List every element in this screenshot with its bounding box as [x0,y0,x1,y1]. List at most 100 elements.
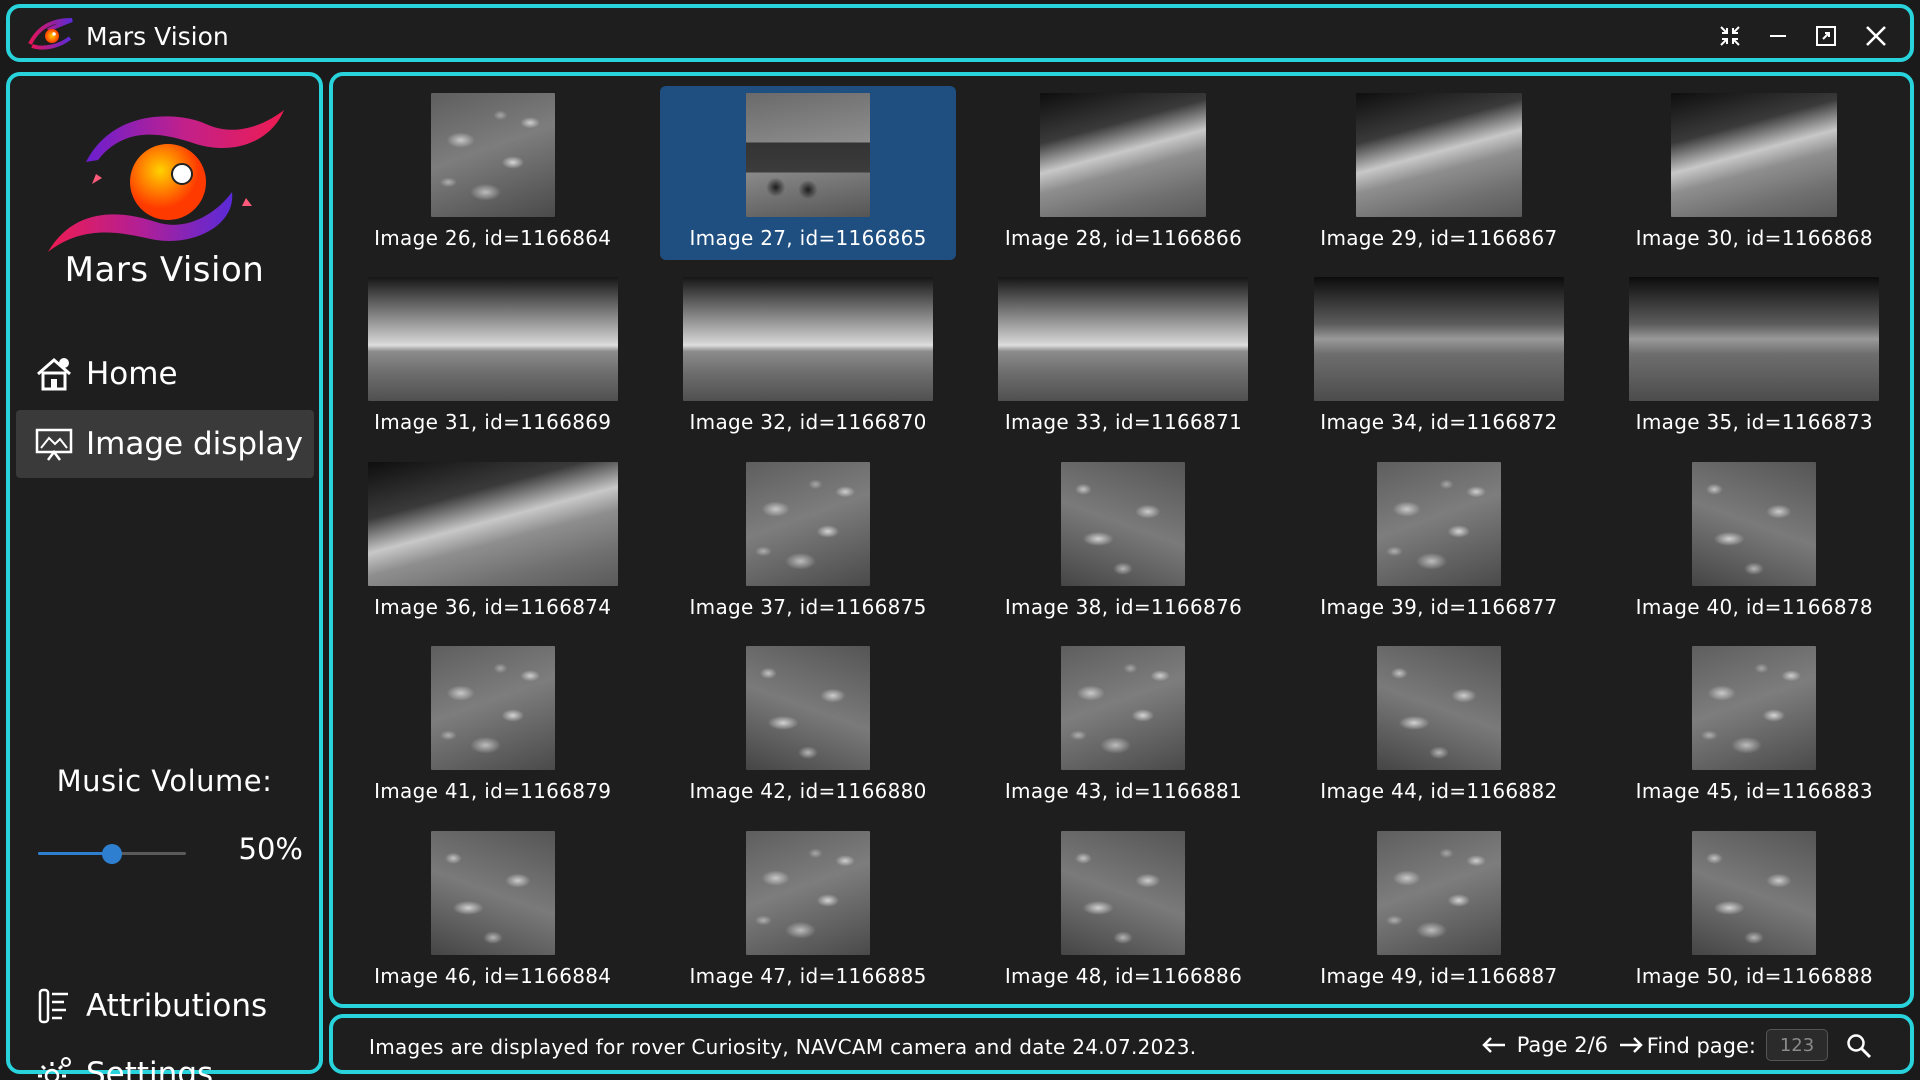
sidebar-item-label: Settings [86,1056,214,1080]
mars-image-thumbnail[interactable] [430,93,555,217]
sidebar-item-home[interactable]: Home [16,340,314,408]
image-caption: Image 29, id=1166867 [1320,226,1558,250]
gallery-item[interactable]: Image 39, id=1166877 [1291,455,1586,629]
mars-image-thumbnail[interactable] [1061,830,1186,955]
mars-image-thumbnail[interactable] [746,646,871,771]
thumbnail-frame [1671,92,1838,218]
mars-image-thumbnail[interactable] [1692,830,1817,955]
image-caption: Image 50, id=1166888 [1635,963,1873,988]
gallery-item[interactable]: Image 30, id=1166868 [1607,86,1902,260]
slider-thumb[interactable] [102,844,122,864]
gallery-item[interactable]: Image 49, id=1166887 [1291,824,1586,998]
gallery-item[interactable]: Image 46, id=1166884 [345,824,640,998]
attributions-icon [34,986,74,1026]
gallery-item[interactable]: Image 36, id=1166874 [345,455,640,629]
slider-fill [38,852,112,855]
mars-image-thumbnail[interactable] [367,277,618,402]
sidebar: Mars Vision Home Image display Music Vol… [6,72,323,1080]
image-caption: Image 38, id=1166876 [1004,594,1243,619]
thumbnail-frame [998,276,1249,402]
sidebar-item-label: Image display [86,426,304,462]
sidebar-item-image-display[interactable]: Image display [16,410,314,478]
thumbnail-frame [430,92,555,218]
thumbnail-frame [746,830,871,956]
gallery-item[interactable]: Image 34, id=1166872 [1291,270,1586,444]
thumbnail-frame [1376,461,1501,587]
thumbnail-frame [1061,830,1186,956]
mars-image-thumbnail[interactable] [430,646,555,771]
gallery-item[interactable]: Image 48, id=1166886 [976,824,1271,998]
gallery-item[interactable]: Image 43, id=1166881 [976,639,1271,813]
music-volume-slider[interactable] [38,844,186,864]
restore-icon[interactable] [1806,16,1846,56]
mars-image-thumbnail[interactable] [430,830,555,955]
minimize-icon[interactable] [1758,16,1798,56]
find-page-input[interactable] [1766,1029,1828,1061]
sidebar-item-settings[interactable]: Settings [16,1040,314,1080]
thumbnail-frame [1061,645,1186,771]
mars-image-thumbnail[interactable] [1376,646,1501,771]
mars-image-thumbnail[interactable] [1040,93,1207,217]
gallery-item[interactable]: Image 47, id=1166885 [660,824,955,998]
search-icon[interactable] [1844,1031,1874,1061]
mars-image-thumbnail[interactable] [683,277,934,402]
mars-image-thumbnail[interactable] [1692,646,1817,771]
mars-image-thumbnail[interactable] [1061,646,1186,771]
status-info-text: Images are displayed for rover Curiosity… [369,1035,1197,1059]
music-volume-value: 50% [238,832,303,866]
gallery-item[interactable]: Image 50, id=1166888 [1607,824,1902,998]
gallery-item[interactable]: Image 35, id=1166873 [1607,270,1902,444]
thumbnail-frame [683,276,934,402]
mars-image-thumbnail[interactable] [746,93,871,217]
image-caption: Image 31, id=1166869 [374,410,612,435]
brand-name: Mars Vision [64,250,265,290]
mars-image-thumbnail[interactable] [1671,93,1838,217]
status-bar: Images are displayed for rover Curiosity… [329,1014,1914,1074]
image-caption: Image 36, id=1166874 [374,594,612,619]
gallery-item[interactable]: Image 38, id=1166876 [976,455,1271,629]
previous-page-arrow-icon[interactable] [1481,1032,1507,1058]
thumbnail-frame [367,461,618,587]
gallery-item[interactable]: Image 33, id=1166871 [976,270,1271,444]
gallery-item[interactable]: Image 44, id=1166882 [1291,639,1586,813]
image-caption: Image 33, id=1166871 [1004,410,1243,435]
image-caption: Image 39, id=1166877 [1320,594,1558,619]
mars-image-thumbnail[interactable] [746,461,871,586]
gallery-item[interactable]: Image 42, id=1166880 [660,639,955,813]
gallery-item[interactable]: Image 27, id=1166865 [660,86,956,261]
mars-image-thumbnail[interactable] [1376,830,1501,955]
mars-image-thumbnail[interactable] [1355,93,1522,217]
collapse-arrows-icon[interactable] [1710,16,1750,56]
gallery-item[interactable]: Image 26, id=1166864 [345,86,640,260]
next-page-arrow-icon[interactable] [1618,1032,1644,1058]
gallery-item[interactable]: Image 31, id=1166869 [345,270,640,444]
gallery-item[interactable]: Image 29, id=1166867 [1291,86,1586,260]
thumbnail-frame [1313,276,1564,402]
gallery-item[interactable]: Image 32, id=1166870 [660,270,955,444]
title-bar: Mars Vision [6,4,1914,62]
mars-image-thumbnail[interactable] [1629,277,1880,402]
image-caption: Image 42, id=1166880 [689,779,927,804]
mars-image-thumbnail[interactable] [746,830,871,955]
sidebar-item-label: Home [86,356,178,392]
mars-image-thumbnail[interactable] [1061,461,1186,586]
sidebar-item-attributions[interactable]: Attributions [16,972,314,1040]
mars-image-thumbnail[interactable] [998,277,1249,402]
mars-image-thumbnail[interactable] [1376,461,1501,586]
close-icon[interactable] [1856,16,1896,56]
gallery-item[interactable]: Image 45, id=1166883 [1607,639,1902,813]
image-caption: Image 40, id=1166878 [1635,594,1873,619]
mars-image-thumbnail[interactable] [367,461,618,586]
thumbnail-frame [1692,461,1817,587]
image-display-icon [34,424,74,464]
gallery-item[interactable]: Image 28, id=1166866 [976,86,1271,260]
gallery-item[interactable]: Image 41, id=1166879 [345,639,640,813]
gallery-item[interactable]: Image 40, id=1166878 [1607,455,1902,629]
gallery-item[interactable]: Image 37, id=1166875 [660,455,955,629]
mars-image-thumbnail[interactable] [1692,461,1817,586]
home-icon [34,354,74,394]
page-indicator: Page 2/6 [1516,1033,1608,1057]
sidebar-item-label: Attributions [86,988,268,1024]
mars-image-thumbnail[interactable] [1313,277,1564,402]
thumbnail-frame [430,645,555,771]
